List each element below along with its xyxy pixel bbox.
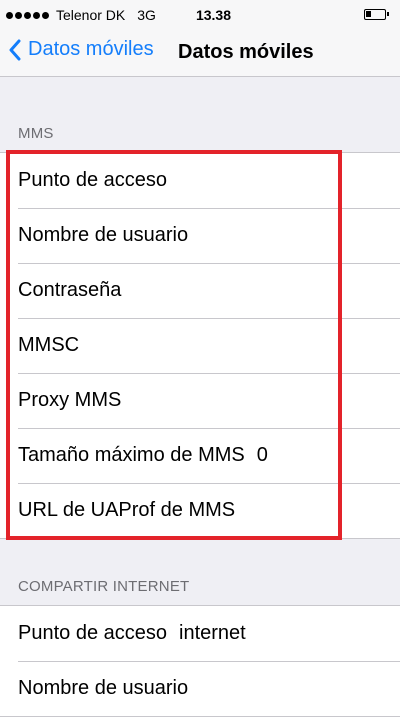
section-header-tethering: COMPARTIR INTERNET [18,578,190,595]
mms-access-point-row[interactable]: Punto de acceso [0,153,400,208]
mms-proxy-row[interactable]: Proxy MMS [0,373,400,428]
status-left: Telenor DK 3G 13.38 [6,7,231,23]
signal-strength-icon [6,11,51,19]
row-label: Proxy MMS [18,389,122,411]
mms-password-row[interactable]: Contraseña [0,263,400,318]
row-label: Contraseña [18,279,122,301]
section-header-mms: MMS [18,125,54,142]
row-label: Nombre de usuario [18,677,189,699]
mmsc-row[interactable]: MMSC [0,318,400,373]
mms-max-size-row[interactable]: Tamaño máximo de MMS 0 [0,428,400,483]
back-button-label: Datos móviles [28,38,154,60]
row-label: Tamaño máximo de MMS [18,444,245,466]
tethering-access-point-row[interactable]: Punto de acceso internet [0,606,400,661]
battery-icon [364,9,389,20]
back-button[interactable]: Datos móviles [8,38,154,61]
row-label: URL de UAProf de MMS [18,499,236,521]
tethering-settings-group: Punto de acceso internet Nombre de usuar… [0,605,400,717]
clock: 13.38 [195,7,231,23]
navigation-bar: Datos móviles Datos móviles [0,30,400,77]
status-bar: Telenor DK 3G 13.38 [0,0,400,30]
network-type: 3G [137,7,156,23]
mms-settings-group: Punto de acceso Nombre de usuario Contra… [0,152,400,539]
row-label: Punto de acceso [18,622,167,644]
row-label: Nombre de usuario [18,224,189,246]
tethering-access-point-value: internet [179,622,246,644]
row-label: MMSC [18,334,80,356]
chevron-left-icon [9,39,21,60]
tethering-username-row[interactable]: Nombre de usuario [0,661,400,716]
mms-username-row[interactable]: Nombre de usuario [0,208,400,263]
row-label: Punto de acceso [18,169,167,191]
carrier-name: Telenor DK [56,7,126,23]
mms-max-size-value: 0 [256,444,268,466]
page-title: Datos móviles [178,41,314,63]
mms-uaprof-url-row[interactable]: URL de UAProf de MMS [0,483,400,538]
